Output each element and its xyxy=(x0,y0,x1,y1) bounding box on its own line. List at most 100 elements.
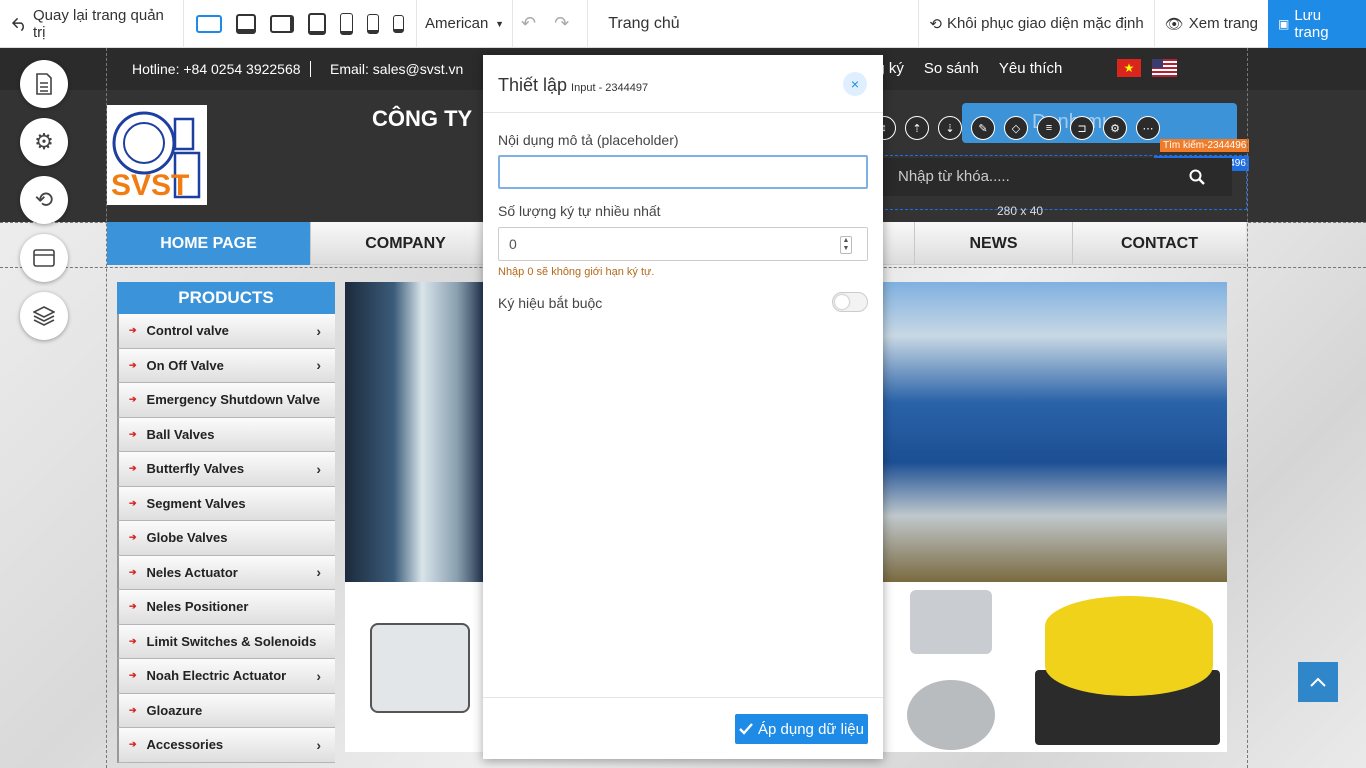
nav-news[interactable]: NEWS xyxy=(915,222,1073,265)
placeholder-input[interactable] xyxy=(498,155,868,189)
undo-icon[interactable]: ↶ xyxy=(521,13,536,34)
products-sidebar: PRODUCTS ➔ Control valve › ➔ On Off Valve › ➔ E… xyxy=(117,282,335,763)
company-name: CÔNG TY xyxy=(372,106,473,131)
arrow-bullet-icon: ➔ xyxy=(129,532,137,543)
phone-large-icon[interactable] xyxy=(340,12,353,35)
element-toolbar: ↕ ⇡ ⇣ ✎ ◇ ≡ ⊐ ⚙ ⋯ xyxy=(872,116,1160,140)
sidebar-item[interactable]: ➔ Accessories › xyxy=(117,728,335,763)
save-page-label: Lưu trang xyxy=(1294,6,1329,41)
language-select[interactable]: American ▼ xyxy=(417,0,513,48)
sidebar-item[interactable]: ➔ Segment Valves xyxy=(117,486,335,521)
top-links: ng ký So sánh Yêu thích xyxy=(868,60,1062,77)
laptop-icon[interactable] xyxy=(236,13,256,34)
pages-button[interactable] xyxy=(20,60,68,108)
sidebar-item[interactable]: ➔ Noah Electric Actuator › xyxy=(117,659,335,694)
required-toggle[interactable] xyxy=(832,292,868,312)
email: Email: sales@svst.vn xyxy=(330,61,464,77)
unlock-icon[interactable]: ⊐ xyxy=(1070,116,1094,140)
arrow-bullet-icon: ➔ xyxy=(129,601,137,612)
toolbar-actions: ⟲ Khôi phục giao diện mặc định 👁 Xem tra… xyxy=(918,0,1366,48)
preview-label: Xem trang xyxy=(1188,15,1258,32)
dialog-title: Thiết lập xyxy=(498,75,568,95)
check-icon xyxy=(739,723,753,735)
sidebar-item[interactable]: ➔ Neles Actuator › xyxy=(117,555,335,590)
arrow-bullet-icon: ➔ xyxy=(129,739,137,750)
brush-icon[interactable]: ✎ xyxy=(971,116,995,140)
placeholder-label: Nội dụng mô tả (placeholder) xyxy=(498,132,679,148)
arrow-bullet-icon: ➔ xyxy=(129,325,137,336)
top-link-compare[interactable]: So sánh xyxy=(924,60,979,77)
nav-company[interactable]: COMPANY xyxy=(311,222,501,265)
eye-icon: 👁 xyxy=(1164,15,1184,33)
apply-label: Áp dụng dữ liệu xyxy=(758,720,864,738)
sidebar-item[interactable]: ➔ Gloazure xyxy=(117,693,335,728)
sidebar-item[interactable]: ➔ Emergency Shutdown Valve xyxy=(117,383,335,418)
phone-medium-icon[interactable] xyxy=(367,13,379,34)
caret-down-icon: ▼ xyxy=(495,18,504,29)
database-icon[interactable]: ≡ xyxy=(1037,116,1061,140)
svg-text:SVST: SVST xyxy=(111,169,189,202)
back-to-top-button[interactable] xyxy=(1298,662,1338,702)
nav-contact[interactable]: CONTACT xyxy=(1073,222,1246,265)
guide-line xyxy=(1247,48,1248,768)
nav-home[interactable]: HOME PAGE xyxy=(107,222,311,265)
undo-arrow-icon xyxy=(12,17,24,31)
close-button[interactable]: × xyxy=(843,72,867,96)
chevron-right-icon: › xyxy=(316,460,321,477)
back-to-admin-button[interactable]: Quay lại trang quản trị xyxy=(0,0,184,48)
sidebar-item[interactable]: ➔ On Off Valve › xyxy=(117,348,335,383)
layers-button[interactable] xyxy=(20,292,68,340)
restore-default-button[interactable]: ⟲ Khôi phục giao diện mặc định xyxy=(918,0,1153,48)
hotline: Hotline: +84 0254 3922568 xyxy=(132,61,301,77)
tablet-portrait-icon[interactable] xyxy=(308,12,326,35)
sidebar-item-label: Butterfly Valves xyxy=(146,461,245,477)
sidebar-item-label: Ball Valves xyxy=(146,426,215,442)
history-button[interactable]: ⟲ xyxy=(20,176,68,224)
settings-button[interactable]: ⚙ xyxy=(20,118,68,166)
top-link-favorites[interactable]: Yêu thích xyxy=(999,60,1062,77)
layout-button[interactable] xyxy=(20,234,68,282)
desktop-icon[interactable] xyxy=(196,14,222,33)
search-input[interactable]: Nhập từ khóa..... xyxy=(882,158,1162,196)
more-icon[interactable]: ⋯ xyxy=(1136,116,1160,140)
max-chars-input[interactable] xyxy=(498,227,868,261)
apply-button[interactable]: Áp dụng dữ liệu xyxy=(735,714,868,744)
sidebar-item[interactable]: ➔ Control valve › xyxy=(117,314,335,349)
settings-icon[interactable]: ⚙ xyxy=(1103,116,1127,140)
dialog-subtitle: Input - 2344497 xyxy=(571,82,649,94)
required-label: Ký hiệu bắt buộc xyxy=(498,295,603,311)
search-button[interactable] xyxy=(1162,158,1232,196)
usa-flag-icon[interactable] xyxy=(1152,59,1177,77)
history-icon: ⟲ xyxy=(929,15,942,33)
eraser-icon[interactable]: ◇ xyxy=(1004,116,1028,140)
sort-desc-icon[interactable]: ⇣ xyxy=(938,116,962,140)
sidebar-item-label: Emergency Shutdown Valve xyxy=(146,392,320,408)
chevron-right-icon: › xyxy=(316,564,321,581)
document-icon xyxy=(36,73,52,95)
site-logo[interactable]: SVST xyxy=(107,105,207,205)
arrow-bullet-icon: ➔ xyxy=(129,428,137,439)
sidebar-item-label: Accessories xyxy=(146,737,224,753)
dialog-footer: Áp dụng dữ liệu xyxy=(483,697,883,759)
phone-small-icon[interactable] xyxy=(393,14,404,33)
sidebar-item-label: Control valve xyxy=(146,323,229,339)
redo-icon[interactable]: ↷ xyxy=(554,13,569,34)
preview-button[interactable]: 👁 Xem trang xyxy=(1153,0,1268,48)
arrow-bullet-icon: ➔ xyxy=(129,463,137,474)
banner-image xyxy=(345,282,485,582)
sidebar-item-label: Noah Electric Actuator xyxy=(146,668,287,684)
chevron-right-icon: › xyxy=(316,667,321,684)
sort-asc-icon[interactable]: ⇡ xyxy=(905,116,929,140)
chevron-right-icon: › xyxy=(316,322,321,339)
save-page-button[interactable]: ▣ Lưu trang xyxy=(1268,0,1366,48)
sidebar-item[interactable]: ➔ Limit Switches & Solenoids xyxy=(117,624,335,659)
sidebar-item[interactable]: ➔ Globe Valves xyxy=(117,521,335,556)
sidebar-item[interactable]: ➔ Neles Positioner xyxy=(117,590,335,625)
vietnam-flag-icon[interactable]: ★ xyxy=(1117,59,1141,77)
tablet-landscape-icon[interactable] xyxy=(270,14,294,33)
sidebar-item[interactable]: ➔ Ball Valves xyxy=(117,417,335,452)
sidebar-item[interactable]: ➔ Butterfly Valves › xyxy=(117,452,335,487)
language-value: American xyxy=(425,15,489,32)
number-stepper-icon[interactable]: ▲ ▼ xyxy=(840,236,852,254)
layers-icon xyxy=(33,306,55,326)
